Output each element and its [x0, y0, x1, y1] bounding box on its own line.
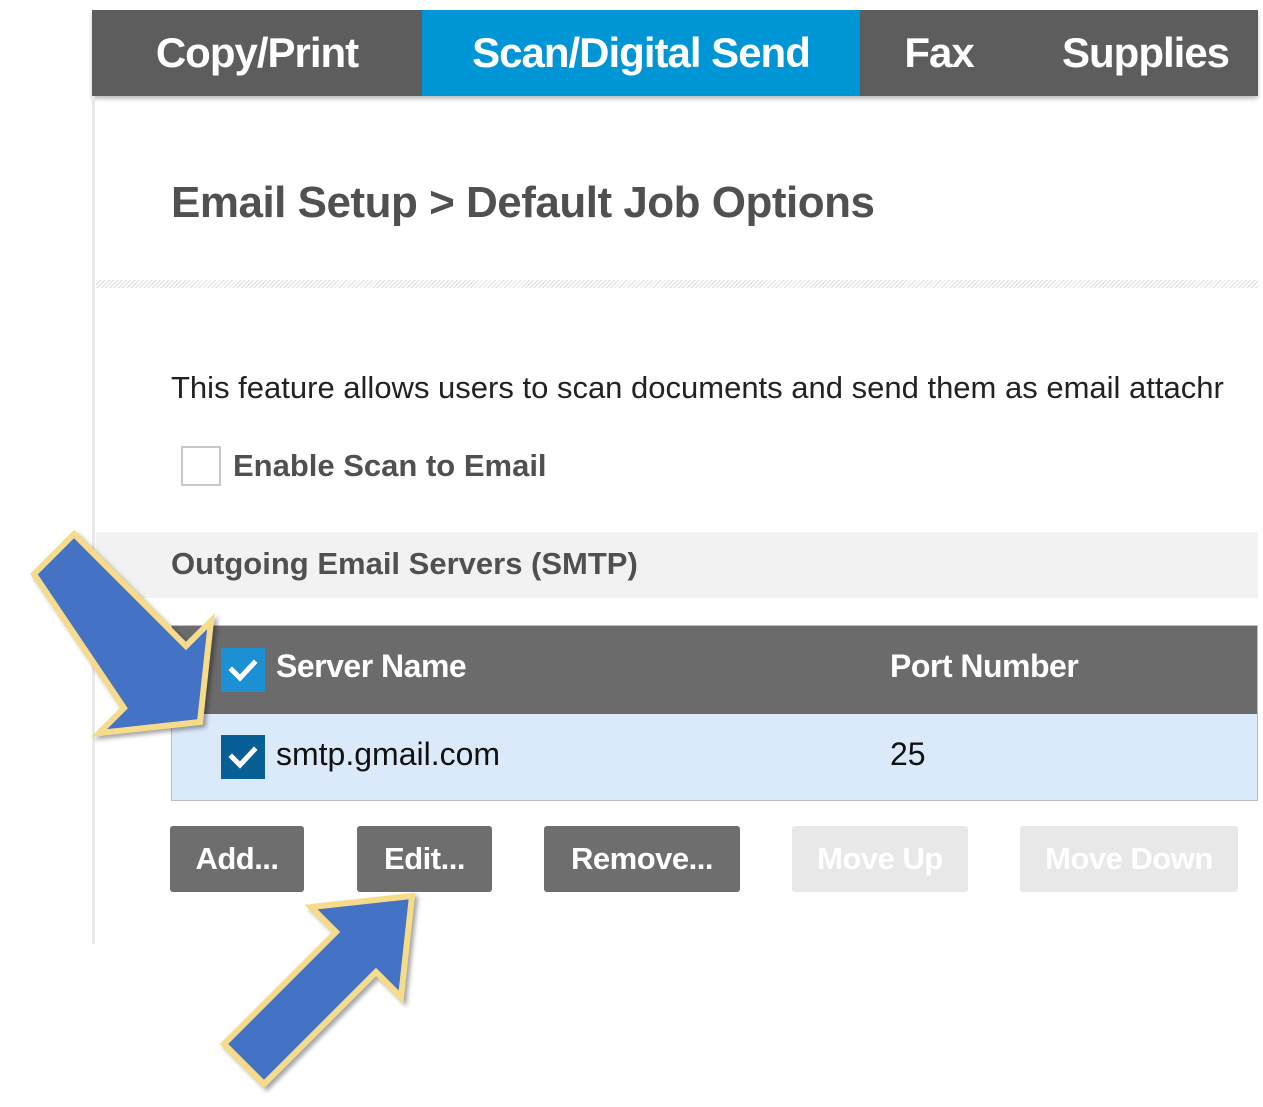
- smtp-section-header: Outgoing Email Servers (SMTP): [96, 532, 1258, 598]
- tab-scan-digital-send[interactable]: Scan/Digital Send: [422, 10, 860, 96]
- top-navigation: Copy/Print Scan/Digital Send Fax Supplie…: [92, 10, 1258, 96]
- smtp-server-table: Server Name Port Number smtp.gmail.com 2…: [171, 625, 1258, 801]
- enable-scan-to-email-label[interactable]: Enable Scan to Email: [233, 448, 547, 484]
- move-up-button[interactable]: Move Up: [792, 826, 968, 892]
- title-divider: [96, 280, 1258, 288]
- tab-fax[interactable]: Fax: [860, 10, 1018, 96]
- column-header-port-number[interactable]: Port Number: [890, 648, 1079, 685]
- checkmark-icon: [228, 659, 258, 682]
- table-row[interactable]: smtp.gmail.com 25: [172, 714, 1257, 800]
- feature-description: This feature allows users to scan docume…: [171, 370, 1224, 405]
- add-button[interactable]: Add...: [170, 826, 304, 892]
- tab-copy-print[interactable]: Copy/Print: [92, 10, 422, 96]
- column-header-server-name[interactable]: Server Name: [276, 648, 467, 685]
- tab-supplies[interactable]: Supplies: [1018, 10, 1258, 96]
- smtp-section-title: Outgoing Email Servers (SMTP): [171, 546, 638, 581]
- enable-scan-to-email-checkbox[interactable]: [181, 446, 221, 486]
- content-left-border: [92, 96, 95, 944]
- cell-server-name: smtp.gmail.com: [276, 736, 501, 772]
- checkmark-icon: [228, 746, 258, 769]
- cell-port-number: 25: [890, 736, 926, 772]
- row-select-checkbox[interactable]: [221, 735, 265, 779]
- select-all-checkbox[interactable]: [221, 648, 265, 692]
- page-title: Email Setup > Default Job Options: [171, 178, 875, 227]
- edit-button[interactable]: Edit...: [357, 826, 492, 892]
- remove-button[interactable]: Remove...: [544, 826, 740, 892]
- table-header-row: Server Name Port Number: [172, 626, 1257, 714]
- callout-arrow-edit-button: [219, 892, 416, 1089]
- enable-scan-to-email-row: Enable Scan to Email: [181, 446, 547, 486]
- move-down-button[interactable]: Move Down: [1020, 826, 1238, 892]
- printer-web-admin-page: Copy/Print Scan/Digital Send Fax Supplie…: [0, 0, 1263, 1107]
